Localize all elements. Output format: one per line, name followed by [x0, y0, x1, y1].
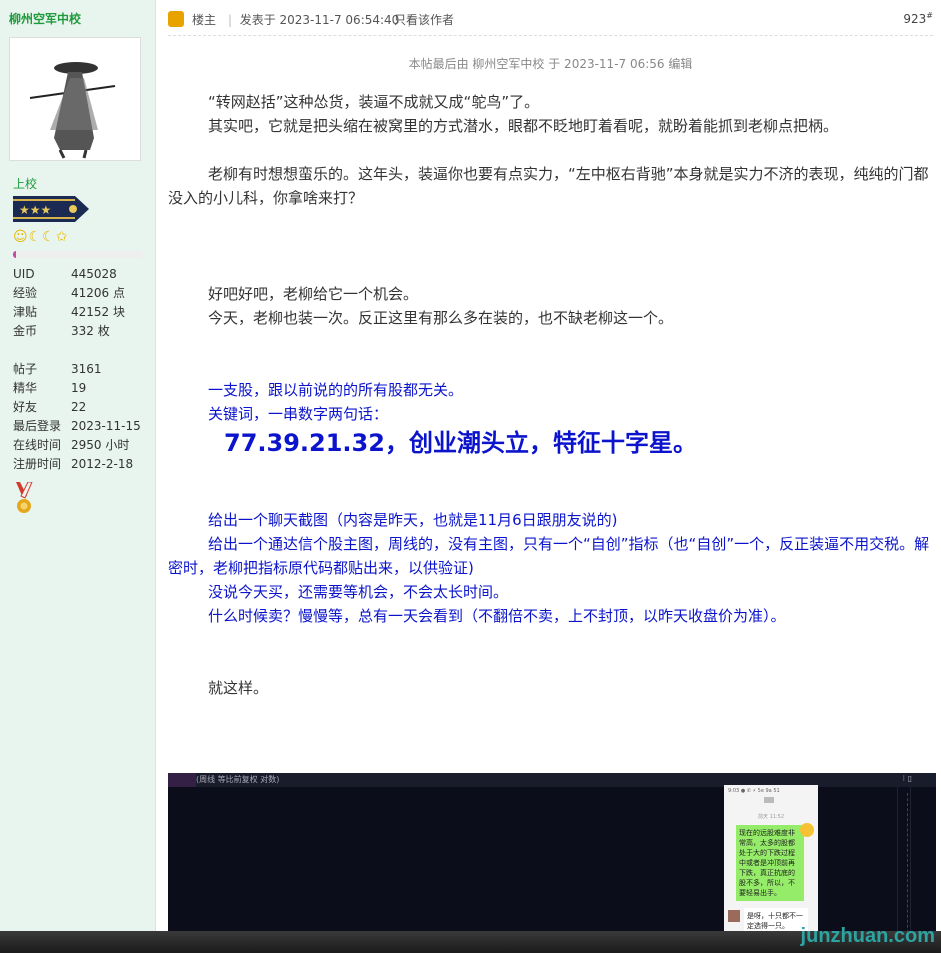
post-content: “转网赵括”这种怂货，装逼不成就又成“鸵鸟”了。 其实吧，它就是把头缩在被窝里的… [168, 90, 931, 700]
stat-value[interactable]: 42152 块 [71, 303, 125, 322]
stat-label: 好友 [13, 400, 38, 414]
post-time: | 发表于 2023-11-7 06:54:40 | [228, 11, 411, 28]
author-sidebar: 柳州空军中校 上校 ★★★ ☺☾☾✩ UID 445028 经验 41206 点 津… [0, 0, 156, 953]
chat-bubble-sent: 现在的远股难度非常高，太多的股都处于大的下跌过程中或者是冲顶前再下跌，真正抗底的… [736, 825, 804, 901]
stat-value[interactable]: 3161 [71, 360, 102, 379]
stat-value[interactable]: 445028 [71, 265, 117, 284]
post-time-text: 发表于 2023-11-7 06:54:40 [239, 13, 400, 27]
stat-label: 津贴 [13, 305, 38, 319]
stat-value: 2950 小时 [71, 438, 130, 452]
floor-mark: # [926, 11, 933, 20]
watermark-text: junzhuan.com [800, 925, 935, 947]
post-paragraph: 就这样。 [208, 679, 269, 697]
stat-label: 精华 [13, 381, 38, 395]
author-name[interactable]: 柳州空军中校 [9, 10, 81, 27]
stat-row: 最后登录 2023-11-15 [13, 417, 141, 436]
stat-label: 金币 [13, 324, 38, 338]
post-paragraph: 给出一个聊天截图（内容是昨天，也就是11月6日跟朋友说的) [208, 511, 618, 529]
op-icon [168, 11, 184, 27]
post-paragraph: 什么时候卖？慢慢等，总有一天会看到（不翻倍不卖，上不封顶，以昨天收盘价为准）。 [208, 607, 786, 625]
friend-avatar [728, 910, 740, 922]
only-author-link[interactable]: 只看该作者 [394, 11, 454, 28]
stat-label: 帖子 [13, 362, 38, 376]
separator: | [228, 13, 233, 27]
svg-text:★★★: ★★★ [19, 203, 51, 217]
header-divider [168, 35, 933, 36]
progress-bar [13, 251, 143, 258]
post-paragraph: 好吧好吧，老柳给它一个机会。 [208, 285, 419, 303]
stat-value: 2012-2-18 [71, 457, 134, 471]
stat-row: 经验 41206 点 [13, 284, 141, 303]
progress-fill [13, 251, 16, 258]
user-stats: UID 445028 经验 41206 点 津贴 42152 块 金币 332 枚 帖子… [13, 265, 141, 474]
post-paragraph: 关键词，一串数字两句话： [208, 405, 389, 423]
key-phrase: 77.39.21.32，创业潮头立，特征十字星。 [224, 429, 697, 457]
level-stars-icon: ☺☾☾✩ [13, 229, 69, 245]
screenshot-title: (周线 等比前复权 对数) [196, 775, 280, 784]
screenshot-tag [168, 773, 196, 787]
screenshot-toolbar [168, 773, 936, 787]
post-header: 楼主 | 发表于 2023-11-7 06:54:40 | 只看该作者 923# [168, 8, 933, 30]
rank-badge-icon: ★★★ [13, 196, 89, 222]
post-paragraph: 没说今天买，还需要等机会，不会太长时间。 [208, 583, 509, 601]
stat-value[interactable]: 332 枚 [71, 322, 110, 341]
floor-value[interactable]: 923 [903, 12, 926, 26]
op-label: 楼主 [192, 13, 217, 27]
post-paragraph: 其实吧，它就是把头缩在被窝里的方式潜水，眼都不眨地盯着看呢，就盼着能抓到老柳点把… [208, 117, 839, 135]
emoji-icon [800, 823, 814, 837]
phone-status-bar: 9:03 ● ✆ ⚡ 5e 9a 51 [728, 788, 780, 794]
stat-row: UID 445028 [13, 265, 141, 284]
watermark-bar: junzhuan.com [0, 925, 941, 953]
stat-label: 注册时间 [13, 457, 62, 471]
price-scale [907, 793, 910, 943]
stat-row: 金币 332 枚 [13, 322, 141, 341]
post-paragraph: 老柳有时想想蛮乐的。这年头，装逼你也要有点实力，“左中枢右背驰”本身就是实力不济… [168, 165, 929, 207]
stat-row: 津贴 42152 块 [13, 303, 141, 322]
post-paragraph: 今天，老柳也装一次。反正这里有那么多在装的，也不缺老柳这一个。 [208, 309, 674, 327]
medal-icon[interactable] [13, 481, 35, 516]
stat-value[interactable]: 41206 点 [71, 284, 125, 303]
stat-row: 精华 19 [13, 379, 141, 398]
chat-name-blurred [764, 797, 774, 803]
stat-row: 注册时间 2012-2-18 [13, 455, 141, 474]
user-rank: 上校 [13, 177, 38, 191]
edited-note: 本帖最后由 柳州空军中校 于 2023-11-7 06:56 编辑 [408, 57, 693, 71]
stat-label: 经验 [13, 286, 38, 300]
avatar[interactable] [9, 37, 141, 161]
stat-row: 在线时间 2950 小时 [13, 436, 141, 455]
stat-value[interactable]: 19 [71, 379, 86, 398]
floor-number[interactable]: 923# [903, 11, 933, 26]
stat-label: 最后登录 [13, 419, 62, 433]
screenshot-icons: ⁝ ▯ [902, 774, 913, 783]
stat-label: 在线时间 [13, 438, 62, 452]
stat-row: 帖子 3161 [13, 360, 141, 379]
stat-value[interactable]: 22 [71, 398, 86, 417]
post-paragraph: 给出一个通达信个股主图，周线的，没有主图，只有一个“自创”指标（也“自创”一个，… [168, 535, 930, 577]
post-paragraph: 一支股，跟以前说的的所有股都无关。 [208, 381, 464, 399]
stat-value: 2023-11-15 [71, 419, 141, 433]
stat-row: 好友 22 [13, 398, 141, 417]
stat-label: UID [13, 267, 35, 281]
chat-time: 前天 11:52 [758, 814, 784, 820]
post-paragraph: “转网赵括”这种怂货，装逼不成就又成“鸵鸟”了。 [208, 93, 540, 111]
